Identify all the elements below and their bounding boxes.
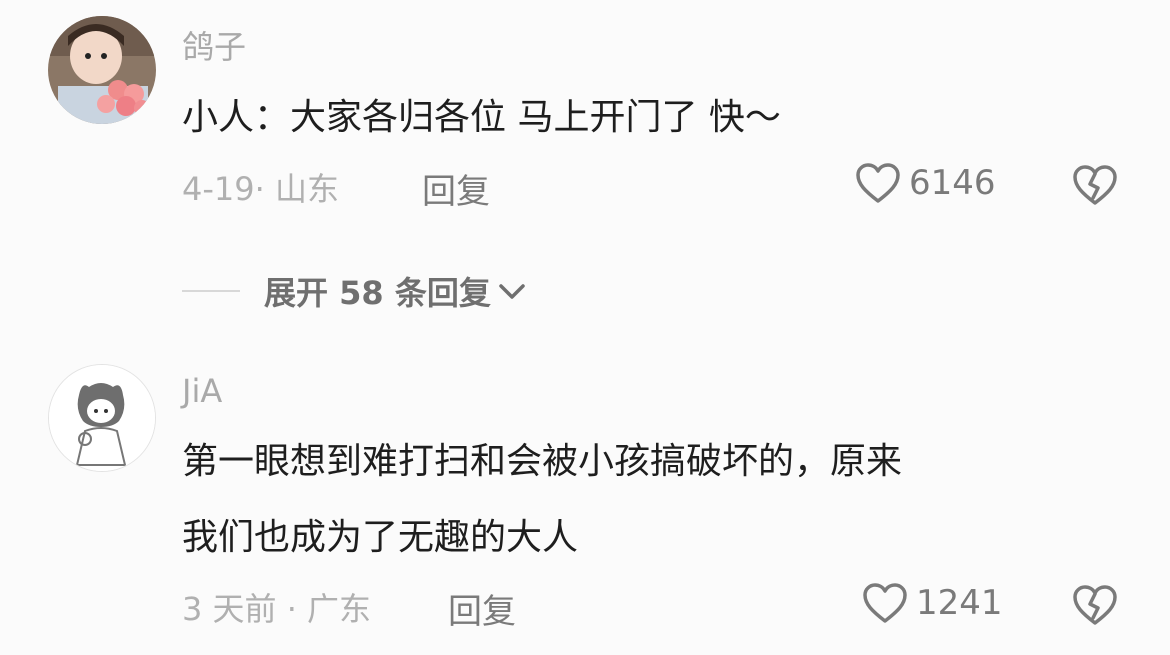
comment-text-line1: 第一眼想到难打扫和会被小孩搞破坏的，原来 — [182, 441, 903, 482]
like-count: 6146 — [909, 163, 996, 203]
expand-replies[interactable]: 展开 58 条回复 — [182, 268, 529, 314]
divider — [182, 290, 240, 292]
username[interactable]: 鸽子 — [182, 22, 246, 68]
heart-icon — [856, 163, 900, 203]
expand-replies-label: 展开 58 条回复 — [264, 274, 491, 312]
heart-icon — [863, 583, 907, 623]
dislike-button[interactable] — [1072, 584, 1118, 630]
like-button[interactable]: 1241 — [862, 582, 1003, 624]
dislike-button[interactable] — [1072, 164, 1118, 210]
username[interactable]: JiA — [182, 372, 222, 410]
like-button[interactable]: 6146 — [855, 162, 996, 204]
comment-meta: 4-19· 山东 — [182, 170, 339, 208]
comment-meta: 3 天前 · 广东 — [182, 590, 372, 628]
girl-with-roses-avatar-icon — [48, 16, 156, 124]
reply-button[interactable]: 回复 — [422, 164, 490, 213]
comment-text-line2: 我们也成为了无趣的大人 — [182, 517, 579, 558]
avatar[interactable] — [48, 364, 156, 472]
broken-heart-icon — [1073, 165, 1117, 205]
avatar[interactable] — [48, 16, 156, 124]
sketch-girl-avatar-icon — [49, 365, 155, 471]
broken-heart-icon — [1073, 585, 1117, 625]
chevron-down-icon — [499, 284, 525, 299]
reply-button[interactable]: 回复 — [448, 584, 516, 633]
like-count: 1241 — [916, 583, 1003, 623]
comment-text: 小人：大家各归各位 马上开门了 快～ — [182, 97, 781, 138]
